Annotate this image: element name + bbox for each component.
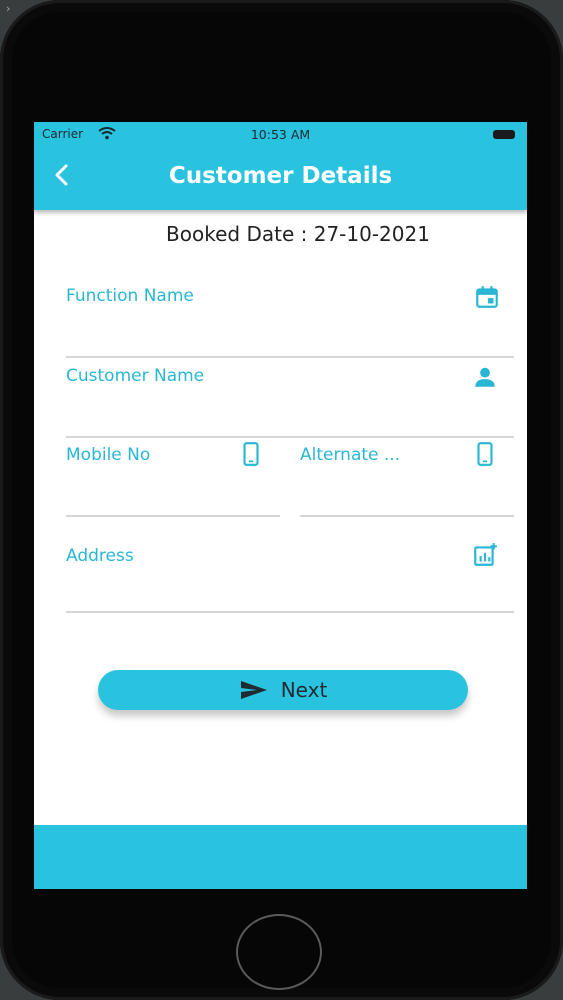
app-bar: Carrier 10:53 AM Customer Details <box>34 122 527 210</box>
corner-chevron-icon: › <box>6 2 11 15</box>
bottom-bar <box>34 825 527 889</box>
page-title: Customer Details <box>168 163 393 189</box>
battery-icon <box>493 130 515 139</box>
phone-icon <box>243 442 259 466</box>
alternate-no-field[interactable]: Alternate ... <box>300 442 514 517</box>
function-name-label: Function Name <box>66 286 194 306</box>
next-button[interactable]: Next <box>98 670 468 710</box>
function-name-field[interactable]: Function Name <box>66 286 514 358</box>
address-underline <box>66 611 514 613</box>
alternate-no-label: Alternate ... <box>300 445 401 465</box>
status-bar: Carrier 10:53 AM <box>34 122 527 146</box>
phone-icon <box>477 442 493 466</box>
next-button-content: Next <box>98 670 468 710</box>
home-button[interactable] <box>236 914 322 990</box>
mobile-no-label: Mobile No <box>66 445 151 465</box>
add-chart-icon <box>474 543 497 566</box>
function-name-underline <box>66 356 514 358</box>
address-label: Address <box>66 546 134 566</box>
customer-name-field[interactable]: Customer Name <box>66 366 514 438</box>
app-screen: Carrier 10:53 AM Customer Details Booked… <box>34 122 527 889</box>
calendar-icon <box>476 286 498 308</box>
customer-name-underline <box>66 436 514 438</box>
booked-date: Booked Date : 27-10-2021 <box>166 222 430 246</box>
phone-frame: Carrier 10:53 AM Customer Details Booked… <box>0 0 563 1000</box>
send-icon <box>240 681 267 699</box>
person-icon <box>475 367 495 387</box>
mobile-no-underline <box>66 515 280 517</box>
alternate-no-underline <box>300 515 514 517</box>
next-button-label: Next <box>280 678 328 702</box>
address-field[interactable]: Address <box>66 543 514 613</box>
mobile-no-field[interactable]: Mobile No <box>66 442 280 517</box>
customer-name-label: Customer Name <box>66 366 205 386</box>
status-time: 10:53 AM <box>250 127 311 142</box>
